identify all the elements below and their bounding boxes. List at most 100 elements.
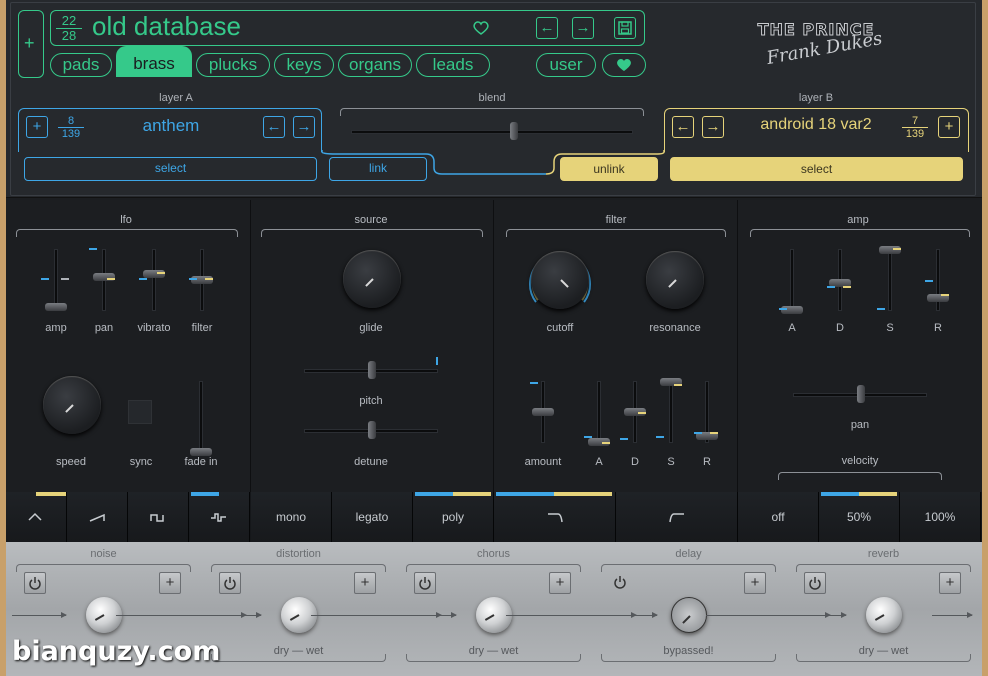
delay-add-button[interactable]: +	[744, 572, 766, 594]
noise-bracket	[16, 564, 191, 572]
category-tab-plucks[interactable]: plucks	[196, 53, 270, 77]
filter-a-slider-track[interactable]	[598, 382, 600, 442]
voice-mode-poly-button[interactable]: poly	[413, 492, 494, 542]
lfo-shape-saw-wave-button[interactable]	[67, 492, 128, 542]
power-icon	[614, 576, 626, 589]
noise-power-button[interactable]	[24, 572, 46, 594]
chorus-power-button[interactable]	[414, 572, 436, 594]
arrow-right-icon: →	[296, 118, 312, 135]
velocity-off-button[interactable]: off	[738, 492, 819, 542]
save-preset-button[interactable]	[614, 17, 636, 39]
highpass-filter-icon	[668, 513, 684, 523]
amp-r-label: R	[934, 322, 942, 334]
synth-plugin-window: + 22 28 old database ← → pads brass plucks…	[6, 0, 982, 676]
favorites-filter-button[interactable]	[602, 53, 646, 77]
blend-slider-track[interactable]	[352, 131, 632, 133]
delay-title: delay	[675, 548, 702, 560]
resonance-knob[interactable]	[646, 251, 704, 309]
pitch-slider-thumb[interactable]	[368, 361, 376, 379]
layer-a-preset-name[interactable]: anthem	[101, 116, 241, 136]
delay-mix-knob[interactable]	[671, 597, 707, 633]
reverb-add-button[interactable]: +	[939, 572, 961, 594]
highpass-filter-button[interactable]	[616, 492, 738, 542]
preset-counter: 22 28	[56, 14, 82, 43]
velocity-50-button[interactable]: 50%	[819, 492, 900, 542]
lfo-fade-in-slider-thumb[interactable]	[190, 448, 212, 456]
amp-pan-slider-thumb[interactable]	[857, 385, 865, 403]
layer-b-add-button[interactable]: +	[938, 116, 960, 138]
layer-b-counter: 7 139	[902, 115, 928, 140]
layer-a-indicator	[496, 492, 554, 496]
glide-knob[interactable]	[343, 250, 401, 308]
layer-a-title: layer A	[159, 92, 193, 104]
preset-panel: + 22 28 old database ← → pads brass plucks…	[6, 0, 982, 198]
previous-preset-button[interactable]: ←	[536, 17, 558, 39]
layer-b-previous-button[interactable]: ←	[672, 116, 694, 138]
source-title: source	[354, 214, 388, 226]
lfo-fade-in-slider-track[interactable]	[200, 382, 202, 452]
filter-a-mod-marker	[602, 442, 610, 444]
velocity-100-button[interactable]: 100%	[900, 492, 981, 542]
category-tab-organs[interactable]: organs	[338, 53, 412, 77]
arrow-left-icon: ←	[266, 118, 282, 135]
reverb-mix-knob[interactable]	[866, 597, 902, 633]
delay-power-button[interactable]	[609, 572, 631, 594]
voice-mode-mono-button[interactable]: mono	[251, 492, 332, 542]
detune-slider-thumb[interactable]	[368, 421, 376, 439]
chorus-add-button[interactable]: +	[549, 572, 571, 594]
layer-a-previous-button[interactable]: ←	[263, 116, 285, 138]
layer-a-indicator	[191, 492, 219, 496]
pitch-label: pitch	[359, 395, 383, 407]
filter-bracket	[506, 229, 726, 237]
amp-s-mod-marker	[893, 248, 901, 250]
plus-icon: +	[555, 574, 565, 591]
lfo-vibrato-slider-track[interactable]	[153, 250, 155, 310]
amp-a-mod-marker	[779, 308, 787, 310]
arrow-right-icon: →	[705, 118, 721, 135]
lfo-sync-toggle[interactable]	[128, 400, 152, 424]
reverb-power-button[interactable]	[804, 572, 826, 594]
blend-slider-thumb[interactable]	[510, 122, 519, 140]
preset-name[interactable]: old database	[92, 11, 241, 42]
amp-a-slider-track[interactable]	[791, 250, 793, 310]
lfo-shape-square-wave-button[interactable]	[128, 492, 189, 542]
reverb-signal-out-arrow	[932, 612, 973, 618]
amp-r-mod-marker	[941, 294, 949, 296]
layer-connector-lines	[321, 150, 665, 175]
noise-add-button[interactable]: +	[159, 572, 181, 594]
lowpass-filter-button[interactable]	[494, 492, 616, 542]
layer-b-preset-name[interactable]: android 18 var2	[736, 116, 896, 134]
amp-s-slider-track[interactable]	[889, 250, 891, 310]
resonance-label: resonance	[649, 322, 701, 334]
category-tab-brass[interactable]: brass	[116, 46, 192, 77]
distortion-add-button[interactable]: +	[354, 572, 376, 594]
lfo-shape-random-wave-button[interactable]	[189, 492, 250, 542]
user-category-button[interactable]: user	[536, 53, 596, 77]
layer-a-next-button[interactable]: →	[293, 116, 315, 138]
category-tab-pads[interactable]: pads	[50, 53, 112, 77]
filter-s-slider-track[interactable]	[670, 382, 672, 442]
lfo-amp-slider-thumb[interactable]	[45, 303, 67, 311]
filter-d-mod-marker	[620, 438, 628, 440]
favorite-heart-icon[interactable]	[472, 20, 490, 36]
blend-title: blend	[478, 92, 506, 104]
delay-signal-out-arrow	[706, 612, 831, 618]
lfo-speed-knob[interactable]	[43, 376, 101, 434]
distortion-power-button[interactable]	[219, 572, 241, 594]
add-preset-button[interactable]: +	[18, 10, 44, 78]
category-tab-leads[interactable]: leads	[416, 53, 490, 77]
plus-icon: +	[944, 118, 954, 135]
category-tab-keys[interactable]: keys	[274, 53, 334, 77]
lfo-amp-slider-track[interactable]	[55, 250, 57, 310]
layer-a-add-button[interactable]: +	[26, 116, 48, 138]
filter-amount-slider-thumb[interactable]	[532, 408, 554, 416]
plus-icon: +	[24, 33, 35, 53]
voice-mode-legato-button[interactable]: legato	[332, 492, 413, 542]
cutoff-knob[interactable]	[531, 251, 589, 309]
next-preset-button[interactable]: →	[572, 17, 594, 39]
layer-b-next-button[interactable]: →	[702, 116, 724, 138]
lfo-bracket	[16, 229, 238, 237]
layer-a-total: 139	[61, 128, 81, 140]
chorus-bracket	[406, 564, 581, 572]
lfo-shape-sine-wave-button[interactable]	[6, 492, 67, 542]
